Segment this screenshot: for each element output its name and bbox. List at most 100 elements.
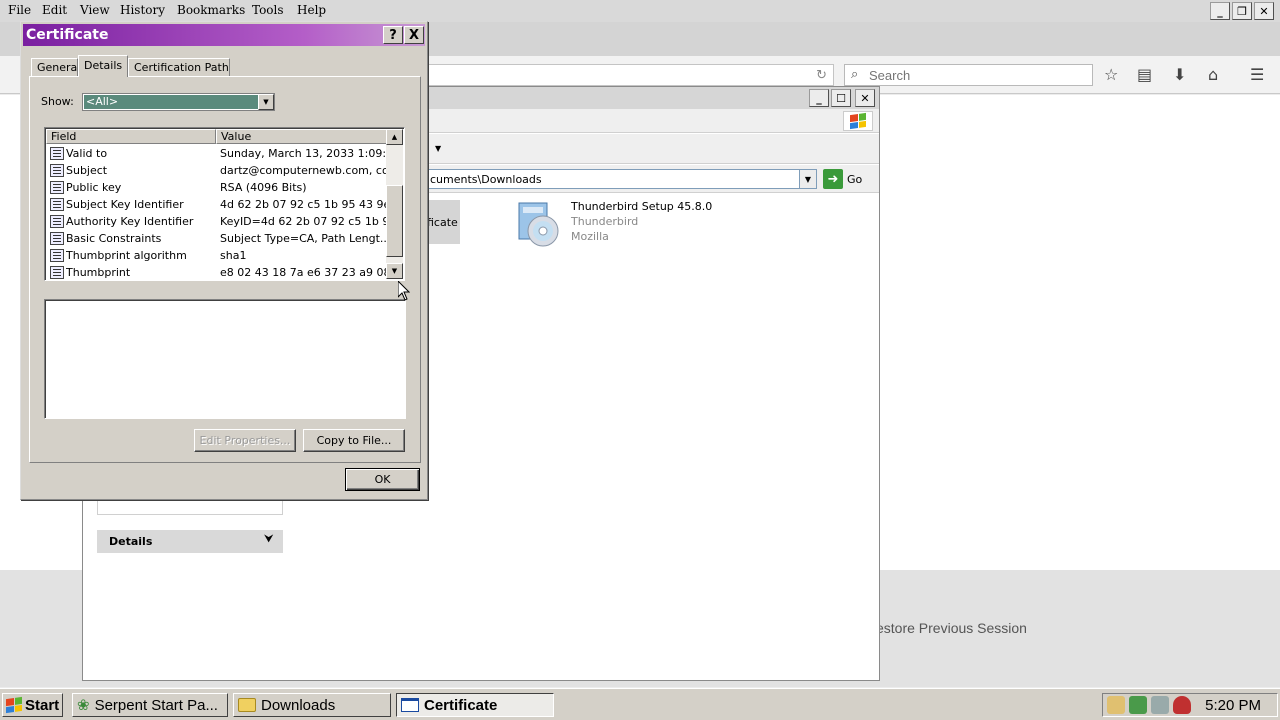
task-label: Certificate: [424, 696, 498, 714]
list-row[interactable]: Subject Key Identifier 4d 62 2b 07 92 c5 …: [46, 196, 387, 213]
list-scrollbar[interactable]: ▲ ▼: [386, 129, 403, 279]
close-button[interactable]: ✕: [1254, 2, 1274, 20]
minimize-button[interactable]: _: [1210, 2, 1230, 20]
restore-button[interactable]: ❐: [1232, 2, 1252, 20]
details-tab-panel: Show: <All> ▼ Field Value Valid to Sunday…: [29, 76, 421, 463]
start-label: Start: [25, 696, 60, 714]
menu-history[interactable]: History: [120, 3, 165, 17]
search-input[interactable]: [869, 67, 1079, 83]
scroll-up-icon[interactable]: ▲: [386, 129, 403, 145]
restore-session-button[interactable]: estore Previous Session: [876, 620, 1027, 636]
windows-logo-icon: [843, 111, 873, 131]
menu-help[interactable]: Help: [297, 3, 326, 17]
browser-window-controls: _ ❐ ✕: [1210, 2, 1274, 20]
dialog-close-button[interactable]: X: [404, 26, 424, 44]
tray-update-icon[interactable]: [1129, 696, 1147, 714]
task-label: Downloads: [261, 696, 336, 714]
row-value: e8 02 43 18 7a e6 37 23 a9 08...: [220, 266, 386, 279]
details-label: Details: [109, 535, 153, 548]
reload-icon[interactable]: ↻: [816, 68, 827, 83]
show-selected-value: <All>: [84, 95, 258, 109]
folder-icon: [238, 698, 256, 712]
explorer-maximize-button[interactable]: ☐: [831, 89, 851, 107]
hamburger-menu-icon[interactable]: ☰: [1250, 65, 1264, 84]
row-field: Valid to: [66, 147, 108, 160]
certificate-field-icon: [50, 232, 64, 245]
ok-button[interactable]: OK: [345, 468, 420, 491]
row-field: Public key: [66, 181, 122, 194]
show-label: Show:: [41, 95, 74, 108]
scroll-down-icon[interactable]: ▼: [386, 263, 403, 279]
list-row[interactable]: Basic Constraints Subject Type=CA, Path L…: [46, 230, 387, 247]
task-certificate[interactable]: Certificate: [396, 693, 554, 717]
tab-general[interactable]: General: [31, 58, 80, 76]
column-field[interactable]: Field: [46, 129, 216, 144]
dropdown-arrow-icon[interactable]: ▼: [258, 94, 274, 110]
help-button[interactable]: ?: [383, 26, 403, 44]
explorer-close-button[interactable]: ✕: [855, 89, 875, 107]
list-row[interactable]: Subject dartz@computernewb.com, co...: [46, 162, 387, 179]
mouse-cursor-icon: [398, 281, 410, 301]
home-icon[interactable]: ⌂: [1208, 65, 1218, 84]
certificate-dialog: Certificate ? X General Details Certific…: [20, 21, 428, 500]
tray-tools-icon[interactable]: [1151, 696, 1169, 714]
row-field: Authority Key Identifier: [66, 215, 194, 228]
show-select[interactable]: <All> ▼: [82, 93, 275, 111]
list-row[interactable]: Thumbprint e8 02 43 18 7a e6 37 23 a9 08.…: [46, 264, 387, 280]
dialog-titlebar: Certificate ? X: [23, 24, 425, 46]
list-row[interactable]: Authority Key Identifier KeyID=4d 62 2b 0…: [46, 213, 387, 230]
downloads-icon[interactable]: ⬇: [1173, 65, 1186, 84]
library-icon[interactable]: ▤: [1137, 65, 1152, 84]
task-pane-item[interactable]: ficate: [427, 200, 460, 244]
row-field: Thumbprint: [66, 266, 131, 279]
field-detail-box[interactable]: [44, 299, 406, 419]
file-description: Thunderbird: [571, 215, 639, 228]
file-item-thunderbird[interactable]: Thunderbird Setup 45.8.0 Thunderbird Moz…: [515, 199, 712, 249]
system-tray: 5:20 PM: [1102, 693, 1278, 717]
go-button[interactable]: ➜ Go: [823, 169, 862, 189]
row-field: Basic Constraints: [66, 232, 162, 245]
fields-list[interactable]: Field Value Valid to Sunday, March 13, 20…: [44, 127, 405, 281]
row-value: 4d 62 2b 07 92 c5 1b 95 43 9e...: [220, 198, 386, 211]
tray-shield-icon[interactable]: [1173, 696, 1191, 714]
copy-to-file-button[interactable]: Copy to File...: [303, 429, 405, 452]
address-dropdown-icon[interactable]: ▼: [799, 169, 817, 189]
list-row[interactable]: Thumbprint algorithm sha1: [46, 247, 387, 264]
certificate-field-icon: [50, 266, 64, 279]
browser-menubar: File Edit View History Bookmarks Tools H…: [0, 0, 1280, 22]
url-bar[interactable]: ↻: [400, 64, 834, 86]
address-input[interactable]: cuments\Downloads: [427, 169, 817, 189]
tray-network-icon[interactable]: [1107, 696, 1125, 714]
row-value: KeyID=4d 62 2b 07 92 c5 1b 9...: [220, 215, 386, 228]
go-label: Go: [847, 172, 863, 186]
bookmark-star-icon[interactable]: ☆: [1104, 65, 1118, 84]
menu-view[interactable]: View: [80, 3, 110, 17]
list-row[interactable]: Valid to Sunday, March 13, 2033 1:09:...: [46, 145, 387, 162]
edit-properties-button[interactable]: Edit Properties...: [194, 429, 296, 452]
certificate-field-icon: [50, 249, 64, 262]
installer-cd-icon: [515, 199, 563, 249]
windows-flag-icon: [6, 696, 22, 714]
tab-certification-path[interactable]: Certification Path: [128, 58, 230, 76]
menu-file[interactable]: File: [8, 3, 31, 17]
dialog-title: Certificate: [26, 27, 109, 43]
task-downloads[interactable]: Downloads: [233, 693, 391, 717]
list-row[interactable]: Public key RSA (4096 Bits): [46, 179, 387, 196]
column-value[interactable]: Value: [216, 129, 387, 144]
tab-details[interactable]: Details: [78, 55, 128, 77]
scroll-thumb[interactable]: [386, 185, 403, 257]
menu-tools[interactable]: Tools: [252, 3, 284, 17]
views-dropdown-icon[interactable]: ▼: [435, 144, 441, 153]
details-section-header[interactable]: Details ⮟: [97, 530, 283, 553]
explorer-minimize-button[interactable]: _: [809, 89, 829, 107]
task-serpent[interactable]: ❀ Serpent Start Pa...: [72, 693, 228, 717]
clock: 5:20 PM: [1205, 697, 1261, 714]
menu-edit[interactable]: Edit: [42, 3, 67, 17]
search-bar[interactable]: ⌕: [844, 64, 1093, 86]
row-value: sha1: [220, 249, 247, 262]
window-icon: [401, 698, 419, 712]
start-button[interactable]: Start: [2, 693, 63, 717]
go-arrow-icon: ➜: [823, 169, 843, 189]
chevron-down-icon: ⮟: [264, 534, 274, 545]
menu-bookmarks[interactable]: Bookmarks: [177, 3, 245, 17]
